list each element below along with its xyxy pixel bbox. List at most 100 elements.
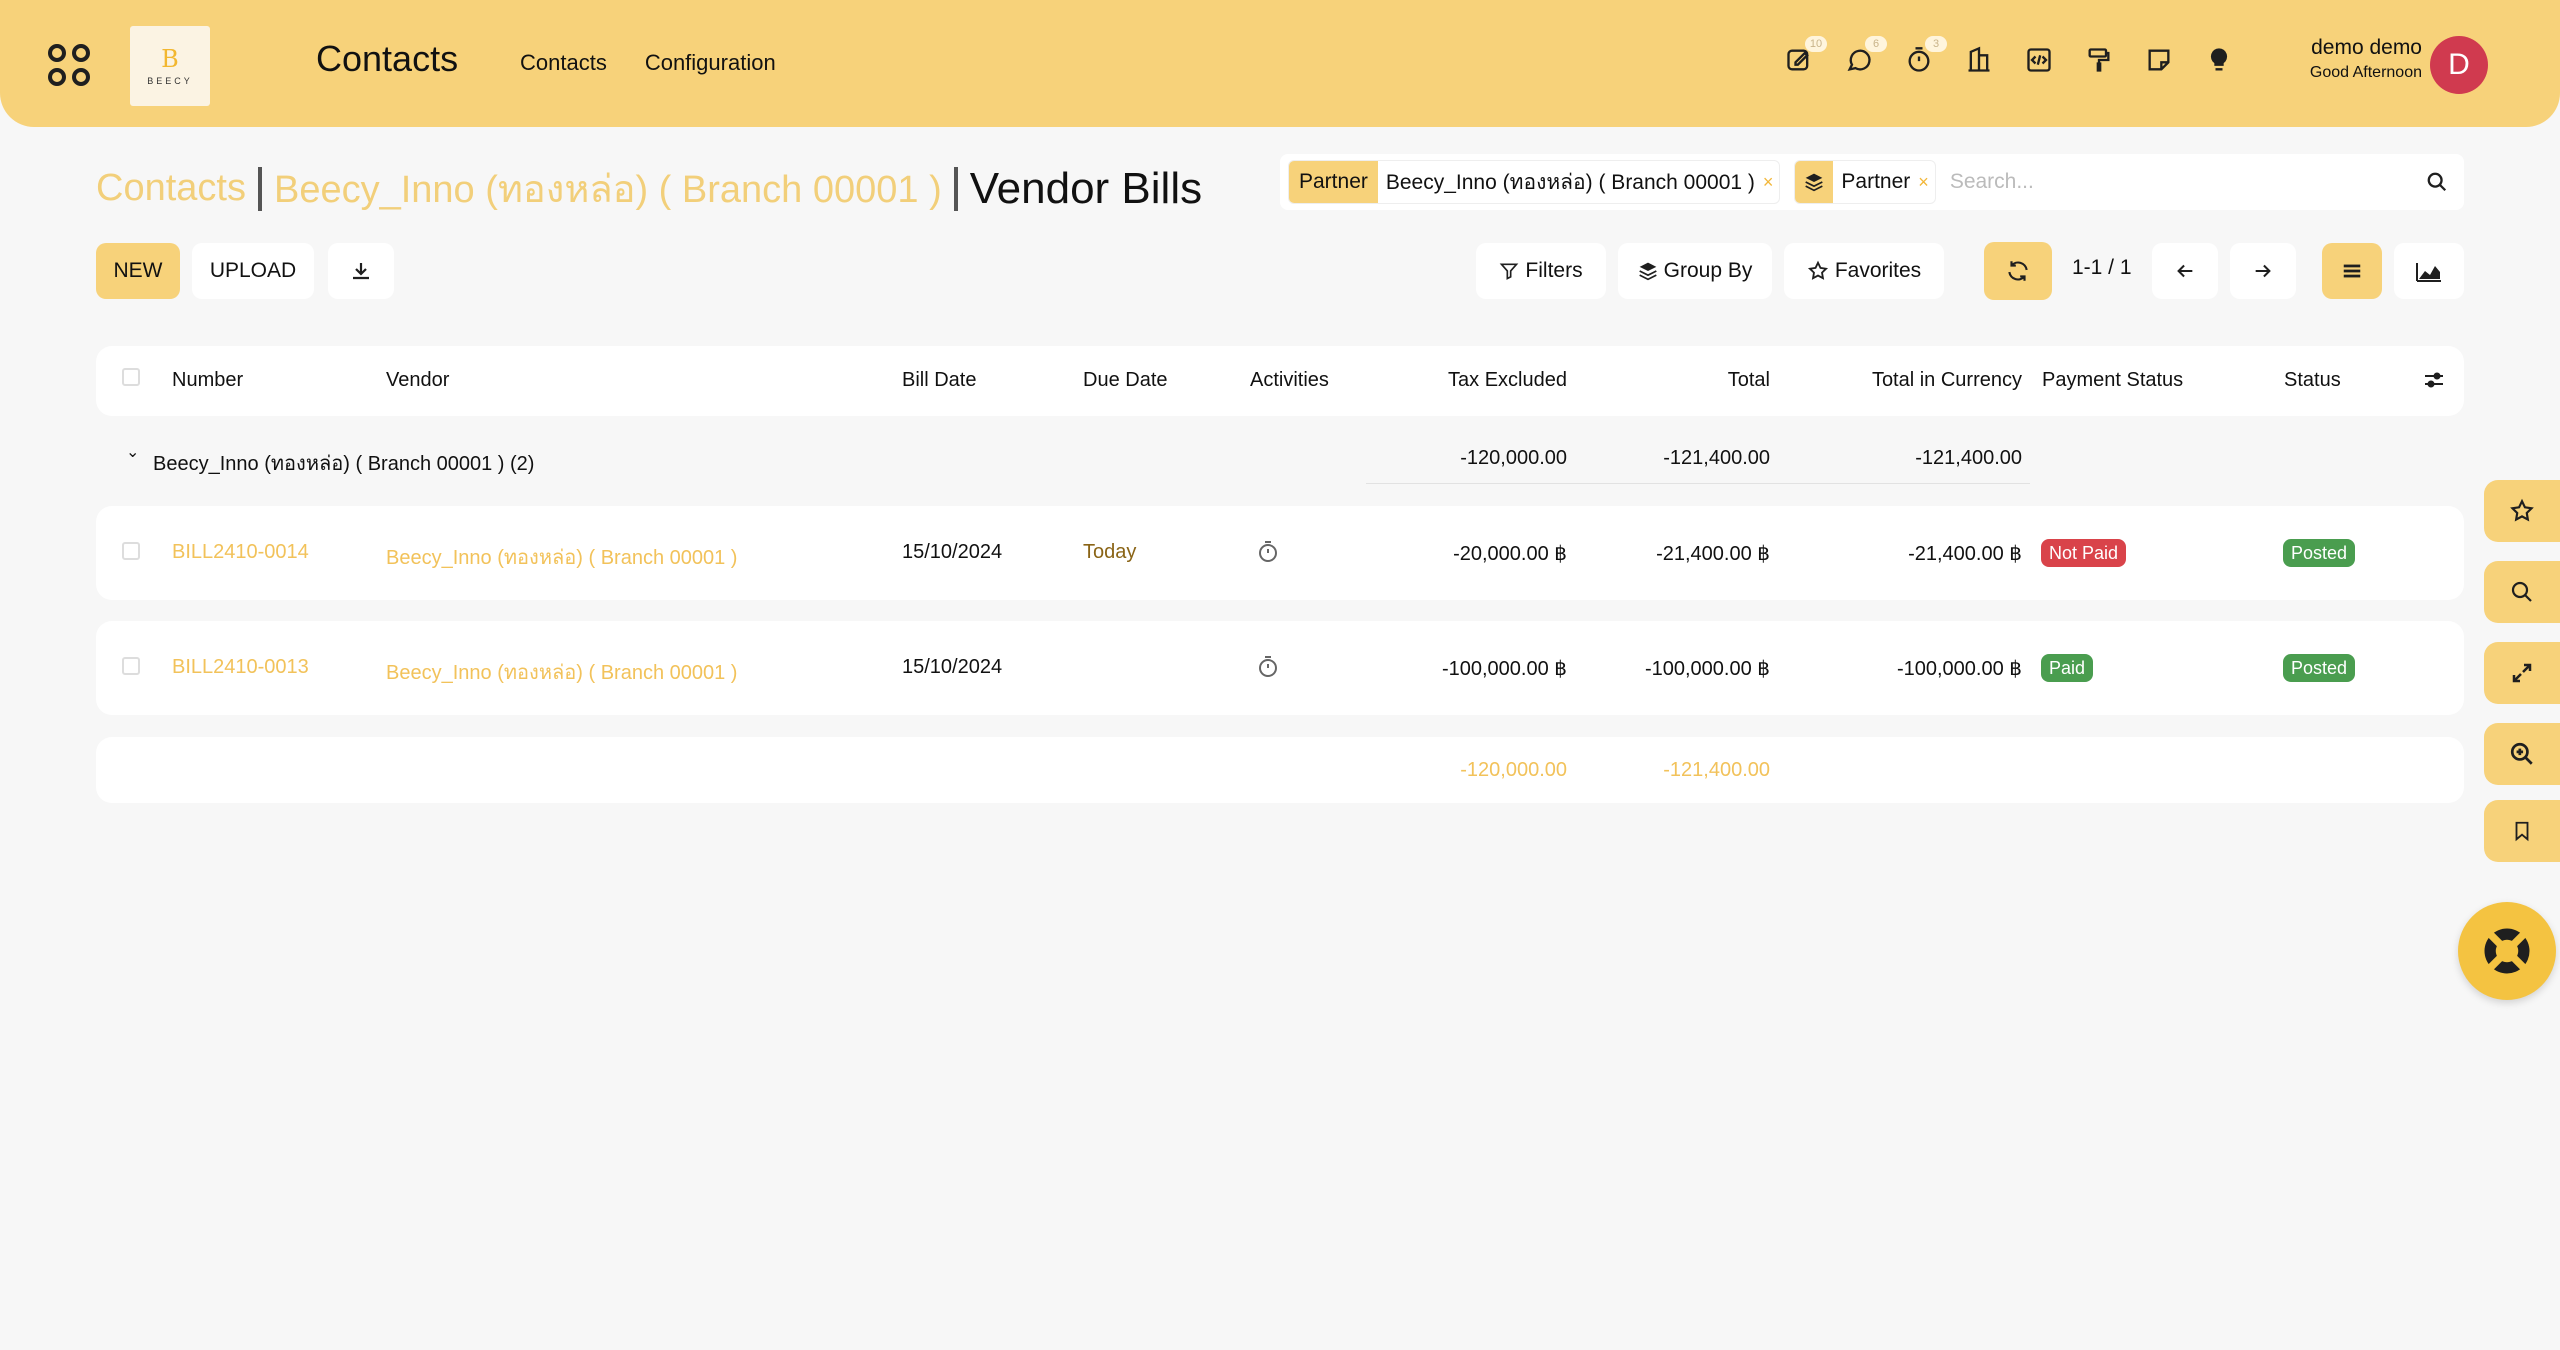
pager-previous-button[interactable]: [2152, 243, 2218, 299]
building-icon[interactable]: [1963, 44, 1995, 76]
table-row[interactable]: BILL2410-0013 Beecy_Inno (ทองหล่อ) ( Bra…: [96, 621, 2464, 715]
star-icon: [1807, 260, 1828, 280]
column-total[interactable]: Total: [1600, 369, 1770, 392]
row-checkbox[interactable]: [122, 542, 140, 560]
arrow-right-icon: [2255, 264, 2271, 278]
list-footer: -120,000.00 -121,400.00: [96, 737, 2464, 803]
help-lifebuoy-button[interactable]: [2458, 902, 2556, 1000]
group-by-button[interactable]: Group By: [1618, 243, 1772, 299]
stopwatch-icon[interactable]: 3: [1903, 36, 1947, 76]
refresh-icon: [2008, 261, 2028, 281]
app-title[interactable]: Contacts: [316, 38, 458, 80]
new-button[interactable]: NEW: [96, 243, 180, 299]
upload-button[interactable]: UPLOAD: [192, 243, 314, 299]
facet-remove-icon[interactable]: ×: [1918, 172, 1935, 193]
group-label: Beecy_Inno (ทองหล่อ) ( Branch 00001 ) (2…: [153, 453, 535, 475]
logo-text: BEECY: [147, 76, 193, 86]
stopwatch-icon[interactable]: [1256, 655, 1280, 684]
side-expand-button[interactable]: [2484, 642, 2560, 704]
pager-value[interactable]: 1-1 / 1: [2072, 256, 2132, 280]
column-tax-excluded[interactable]: Tax Excluded: [1366, 369, 1567, 392]
vendor-name[interactable]: Beecy_Inno (ทองหล่อ) ( Branch 00001 ): [386, 541, 737, 573]
bill-number[interactable]: BILL2410-0013: [172, 656, 309, 679]
favorites-button[interactable]: Favorites: [1784, 243, 1944, 299]
side-zoom-button[interactable]: [2484, 723, 2560, 785]
column-number[interactable]: Number: [172, 369, 243, 392]
refresh-button[interactable]: [1984, 242, 2052, 300]
tax-excluded: -100,000.00 ฿: [1441, 658, 1567, 680]
column-payment-status[interactable]: Payment Status: [2042, 369, 2183, 392]
avatar[interactable]: D: [2430, 36, 2488, 94]
user-menu[interactable]: demo demo Good Afternoon: [2292, 36, 2422, 82]
star-icon: [2510, 498, 2534, 522]
group-total-currency: -121,400.00: [1915, 447, 2022, 469]
tax-excluded: -20,000.00 ฿: [1453, 543, 1567, 565]
row-checkbox[interactable]: [122, 657, 140, 675]
filter-icon: [1500, 263, 1519, 280]
lifebuoy-icon: [2484, 928, 2530, 974]
download-button[interactable]: [328, 243, 394, 299]
side-bookmark-button[interactable]: [2484, 800, 2560, 862]
breadcrumb-contacts[interactable]: Contacts: [96, 167, 246, 210]
code-icon[interactable]: [2023, 44, 2055, 76]
sticky-note-icon[interactable]: [2143, 44, 2175, 76]
page-title: Vendor Bills: [969, 163, 1203, 213]
due-date: Today: [1083, 541, 1137, 563]
logo-mark: B: [161, 45, 179, 73]
layers-icon: [1638, 262, 1657, 281]
area-chart-icon: [2416, 263, 2441, 282]
graph-view-button[interactable]: [2394, 243, 2464, 299]
status-badge: Posted: [2283, 539, 2356, 567]
search-input[interactable]: [1949, 160, 2410, 204]
list-icon: [2343, 264, 2361, 278]
column-activities[interactable]: Activities: [1250, 369, 1329, 392]
pager-next-button[interactable]: [2230, 243, 2296, 299]
chat-count-badge: 6: [1865, 36, 1887, 52]
vendor-name[interactable]: Beecy_Inno (ทองหล่อ) ( Branch 00001 ): [386, 656, 737, 688]
search-facet-groupby: Partner ×: [1794, 160, 1936, 204]
column-status[interactable]: Status: [2284, 369, 2341, 392]
bookmark-icon: [2515, 821, 2529, 842]
list-view-button[interactable]: [2322, 243, 2382, 299]
status-badge: Posted: [2283, 654, 2356, 682]
apps-menu-icon[interactable]: [48, 44, 90, 86]
column-total-currency[interactable]: Total in Currency: [1796, 369, 2022, 392]
footer-total: -121,400.00: [1663, 759, 1770, 781]
chevron-down-icon: ⌄: [126, 444, 140, 461]
side-favorite-button[interactable]: [2484, 480, 2560, 542]
favorites-label: Favorites: [1834, 259, 1922, 282]
breadcrumb-separator: [953, 166, 958, 211]
bill-date: 15/10/2024: [902, 541, 1003, 563]
side-search-button[interactable]: [2484, 561, 2560, 623]
filters-button[interactable]: Filters: [1476, 243, 1606, 299]
systray: 10 6 3: [1783, 36, 2235, 76]
user-name: demo demo: [2311, 36, 2422, 59]
search-icon[interactable]: [2410, 155, 2464, 209]
breadcrumb-partner[interactable]: Beecy_Inno (ทองหล่อ) ( Branch 00001 ): [274, 158, 942, 219]
lightbulb-icon[interactable]: [2203, 44, 2235, 76]
column-due-date[interactable]: Due Date: [1083, 369, 1168, 392]
arrow-left-icon: [2177, 264, 2193, 278]
menu-item-contacts[interactable]: Contacts: [520, 50, 607, 76]
stopwatch-icon[interactable]: [1256, 540, 1280, 569]
menu-item-configuration[interactable]: Configuration: [645, 50, 776, 76]
group-divider: [1366, 483, 2030, 484]
optional-columns-icon[interactable]: [2422, 368, 2446, 397]
list-header: Number Vendor Bill Date Due Date Activit…: [96, 346, 2464, 416]
bill-number[interactable]: BILL2410-0014: [172, 541, 309, 564]
facet-remove-icon[interactable]: ×: [1763, 172, 1780, 193]
facet-value: Beecy_Inno (ทองหล่อ) ( Branch 00001 ): [1385, 170, 1755, 194]
total-in-currency: -100,000.00 ฿: [1896, 658, 2022, 680]
paint-roller-icon[interactable]: [2083, 44, 2115, 76]
activity-edit-icon[interactable]: 10: [1783, 36, 1827, 76]
table-row[interactable]: BILL2410-0014 Beecy_Inno (ทองหล่อ) ( Bra…: [96, 506, 2464, 600]
column-vendor[interactable]: Vendor: [386, 369, 449, 392]
company-logo[interactable]: B BEECY: [130, 26, 210, 106]
select-all-checkbox[interactable]: [122, 368, 140, 386]
column-bill-date[interactable]: Bill Date: [902, 369, 976, 392]
search-icon: [2511, 581, 2532, 602]
user-greeting: Good Afternoon: [2309, 64, 2422, 81]
expand-icon: [2512, 663, 2532, 683]
total: -21,400.00 ฿: [1656, 543, 1770, 565]
chat-icon[interactable]: 6: [1843, 36, 1887, 76]
